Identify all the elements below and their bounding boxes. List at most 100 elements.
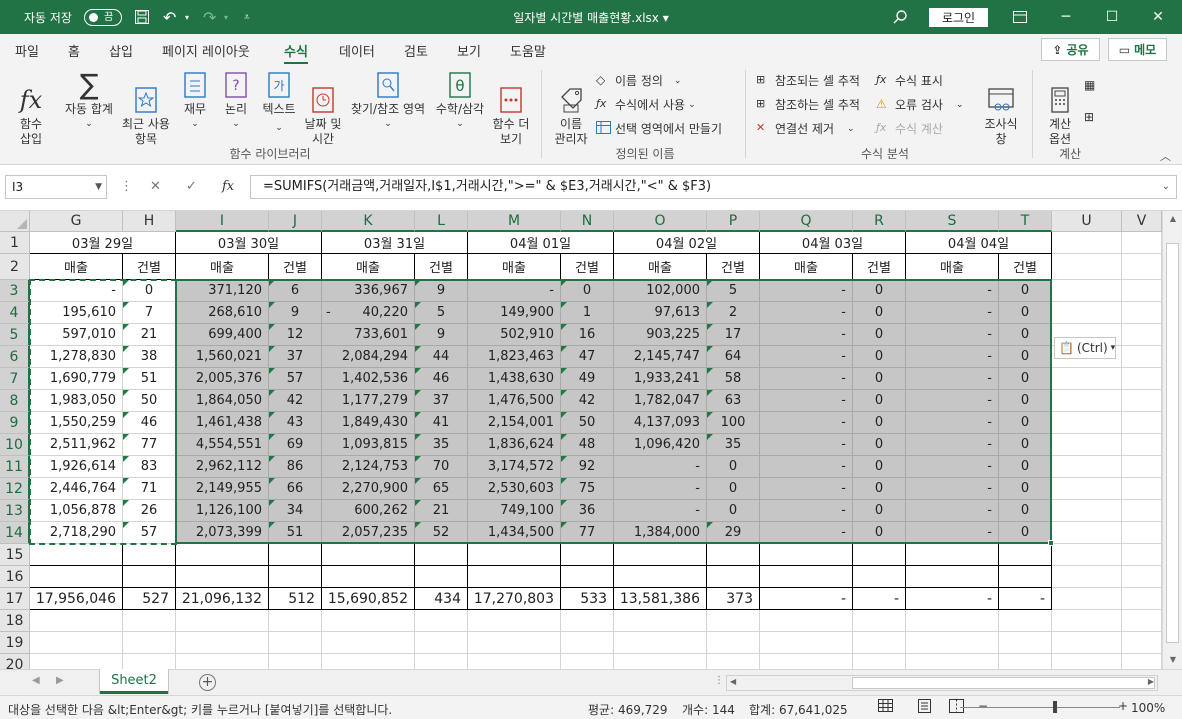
empty-cell[interactable] [707,610,760,632]
empty-cell[interactable] [322,566,415,588]
count-cell[interactable]: 0 [707,456,760,478]
scroll-left-icon[interactable]: ◀ [730,677,736,686]
empty-cell[interactable] [999,566,1052,588]
empty-cell[interactable] [906,610,999,632]
sheet-tab-sheet2[interactable]: Sheet2 [100,669,168,694]
comments-button[interactable]: ▭ 메모 [1108,38,1167,61]
total-sales-cell[interactable]: 17,956,046 [30,588,123,610]
math-trig-button[interactable]: θ 수학/삼각 ⌄ [431,70,489,132]
ribbon-display-icon[interactable] [997,0,1043,34]
row-header-7[interactable]: 7 [0,368,30,390]
sales-cell[interactable]: 1,093,815 [322,434,415,456]
sales-cell[interactable]: - [760,346,853,368]
count-cell[interactable]: 0 [999,324,1052,346]
empty-cell[interactable] [176,544,269,566]
tab-view[interactable]: 보기 [457,41,481,60]
count-cell[interactable]: 77 [561,522,614,544]
maximize-icon[interactable]: ☐ [1089,0,1135,34]
calculate-now-button[interactable]: ▦ [1084,78,1100,94]
sales-cell[interactable]: 1,933,241 [614,368,707,390]
recently-used-button[interactable]: 최근 사용 항목 [118,70,174,147]
empty-cell[interactable] [614,632,707,654]
count-cell[interactable]: 46 [415,368,468,390]
empty-cell[interactable] [1052,478,1122,500]
sales-cell[interactable]: 1,864,050 [176,390,269,412]
row-header-2[interactable]: 2 [0,254,30,280]
sales-cell[interactable]: 2,084,294 [322,346,415,368]
collapse-ribbon-icon[interactable]: ︿ [1160,148,1171,164]
sales-header[interactable]: 매출 [468,254,561,280]
empty-cell[interactable] [561,610,614,632]
empty-cell[interactable] [1122,632,1162,654]
sales-cell[interactable]: 2,149,955 [176,478,269,500]
empty-cell[interactable] [1052,254,1122,280]
empty-cell[interactable] [1122,434,1162,456]
empty-cell[interactable] [468,610,561,632]
column-header-q[interactable]: Q [760,211,853,232]
count-cell[interactable]: 38 [123,346,176,368]
count-cell[interactable]: 0 [561,280,614,302]
sales-cell[interactable]: - [760,478,853,500]
sales-cell[interactable]: 2,718,290 [30,522,123,544]
empty-cell[interactable] [760,566,853,588]
count-cell[interactable]: 86 [269,456,322,478]
empty-cell[interactable] [561,632,614,654]
sales-cell[interactable]: - [906,302,999,324]
empty-cell[interactable] [1122,254,1162,280]
empty-cell[interactable] [1122,610,1162,632]
sales-cell[interactable]: - [760,500,853,522]
empty-cell[interactable] [1052,566,1122,588]
sales-cell[interactable]: - [614,500,707,522]
count-cell[interactable]: 71 [123,478,176,500]
count-cell[interactable]: 44 [415,346,468,368]
total-sales-cell[interactable]: 17,270,803 [468,588,561,610]
count-cell[interactable]: 75 [561,478,614,500]
count-header[interactable]: 건별 [999,254,1052,280]
column-header-p[interactable]: P [707,211,760,232]
empty-cell[interactable] [1122,232,1162,254]
empty-cell[interactable] [760,610,853,632]
empty-cell[interactable] [1122,478,1162,500]
count-cell[interactable]: 0 [853,412,906,434]
count-cell[interactable]: 0 [853,390,906,412]
empty-cell[interactable] [614,654,707,669]
empty-cell[interactable] [853,610,906,632]
sheet-tab-splitter-icon[interactable]: ⋮ [714,675,724,686]
count-cell[interactable]: 42 [561,390,614,412]
tab-data[interactable]: 데이터 [339,41,375,60]
insert-function-button[interactable]: fx 함수 삽입 [8,70,54,147]
total-sales-cell[interactable]: 13,581,386 [614,588,707,610]
row-header-8[interactable]: 8 [0,390,30,412]
sales-cell[interactable]: 1,849,430 [322,412,415,434]
count-cell[interactable]: 52 [415,522,468,544]
sales-cell[interactable]: 195,610 [30,302,123,324]
sales-cell[interactable]: 2,446,764 [30,478,123,500]
sales-cell[interactable]: 2,530,603 [468,478,561,500]
empty-cell[interactable] [561,544,614,566]
enter-icon[interactable]: ✓ [186,179,197,194]
empty-cell[interactable] [1122,500,1162,522]
tab-insert[interactable]: 삽입 [109,41,133,60]
count-cell[interactable]: 0 [853,522,906,544]
row-header-17[interactable]: 17 [0,588,30,610]
empty-cell[interactable] [1052,302,1122,324]
total-count-cell[interactable]: 512 [269,588,322,610]
empty-cell[interactable] [614,566,707,588]
count-cell[interactable]: 49 [561,368,614,390]
sales-header[interactable]: 매출 [760,254,853,280]
trace-dependents-button[interactable]: ⊞ 참조하는 셀 추적 [756,96,860,113]
count-cell[interactable]: 9 [269,302,322,324]
sales-cell[interactable]: 1,550,259 [30,412,123,434]
sales-cell[interactable]: - [760,368,853,390]
count-cell[interactable]: 0 [853,434,906,456]
count-cell[interactable]: 0 [999,302,1052,324]
sales-cell[interactable]: 3,174,572 [468,456,561,478]
count-cell[interactable]: 0 [999,500,1052,522]
autosum-button[interactable]: ∑ 자동 합계 ⌄ [60,70,118,132]
total-sales-cell[interactable]: 15,690,852 [322,588,415,610]
empty-cell[interactable] [1052,232,1122,254]
count-cell[interactable]: 1 [561,302,614,324]
empty-cell[interactable] [468,566,561,588]
sales-cell[interactable]: 40,220- [322,302,415,324]
total-count-cell[interactable]: 527 [123,588,176,610]
